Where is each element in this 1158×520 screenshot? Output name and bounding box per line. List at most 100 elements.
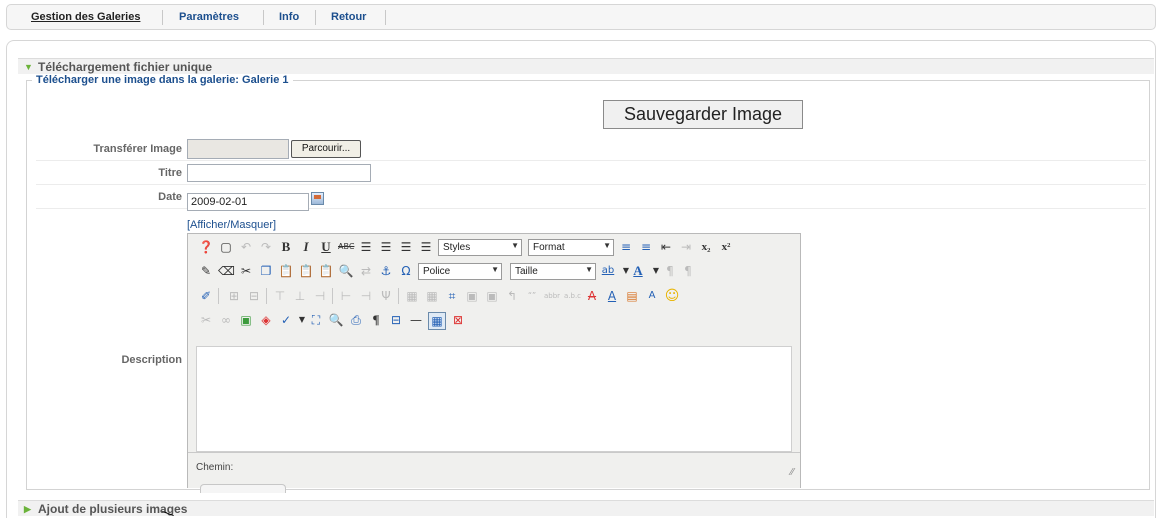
underline-icon[interactable]: U (318, 239, 334, 255)
emoticons-icon[interactable]: ☺ (664, 288, 680, 304)
preview-icon[interactable]: 🔍 (328, 312, 344, 328)
nav-gestion-galeries[interactable]: Gestion des Galeries (31, 11, 140, 23)
remove-format-icon[interactable]: ⌫ (218, 263, 235, 279)
html-source-icon[interactable]: ◈ (258, 312, 274, 328)
move-forward-icon[interactable]: ▣ (464, 288, 480, 304)
cleanup-icon[interactable]: ✎ (198, 263, 214, 279)
image-icon[interactable]: ▣ (238, 312, 254, 328)
ins-icon[interactable]: A (604, 288, 620, 304)
paragraph-mark-icon[interactable]: ¶ (368, 312, 384, 328)
replace-icon[interactable]: ⇄ (358, 263, 374, 279)
horizontal-rule-icon[interactable]: — (408, 312, 424, 328)
dropdown-arrow-icon: ▼ (511, 241, 519, 250)
align-right-icon[interactable]: ☰ (398, 239, 414, 255)
subscript-icon[interactable]: x₂ (698, 239, 714, 255)
align-center-icon[interactable]: ☰ (378, 239, 394, 255)
help-icon[interactable]: ❓ (198, 239, 214, 255)
del-icon[interactable]: A (584, 288, 600, 304)
template-icon[interactable]: ⊠ (450, 312, 466, 328)
redo-icon[interactable]: ↷ (258, 239, 274, 255)
link-icon[interactable]: ∞ (218, 312, 234, 328)
upload-legend: Télécharger une image dans la galerie: G… (32, 74, 293, 86)
copy-icon[interactable]: ❐ (258, 263, 274, 279)
title-field[interactable] (187, 164, 371, 182)
rich-text-editor: ❓ ▢ ↶ ↷ B I U ABC ☰ ☰ ☰ ☰ Styles ▼ Forma… (187, 233, 801, 488)
delete-row-icon[interactable]: ⊣ (312, 288, 328, 304)
print-icon[interactable]: ⎙ (348, 312, 364, 328)
edit-css-icon[interactable]: ✐ (198, 288, 214, 304)
calendar-icon[interactable] (311, 192, 324, 205)
insert-row-after-icon[interactable]: ⊥ (292, 288, 308, 304)
insert-layer-icon[interactable]: ⌗ (444, 288, 460, 304)
quote-icon[interactable]: “” (524, 288, 540, 304)
unlink-icon[interactable]: ✂ (198, 312, 214, 328)
move-backward-icon[interactable]: ▣ (484, 288, 500, 304)
font-size-select[interactable]: Taille ▼ (510, 263, 596, 280)
font-size-select-value: Taille (515, 266, 538, 277)
file-input[interactable] (187, 139, 289, 159)
strikethrough-icon[interactable]: ABC (338, 239, 354, 255)
dropdown-arrow-icon: ▼ (491, 265, 499, 274)
text-color-icon[interactable]: A (630, 263, 646, 279)
top-nav: Gestion des Galeries Paramètres Info Ret… (6, 4, 1156, 30)
paste-text-icon[interactable]: 📋 (298, 263, 314, 279)
spellcheck-icon[interactable]: ✓ (278, 312, 294, 328)
row-props-icon[interactable]: ⊟ (246, 288, 262, 304)
cut-icon[interactable]: ✂ (238, 263, 254, 279)
toggle-editor-link[interactable]: [Afficher/Masquer] (187, 219, 276, 231)
table-icon[interactable]: ⊞ (226, 288, 242, 304)
format-select[interactable]: Format ▼ (528, 239, 614, 256)
page-break-icon[interactable]: ⊟ (388, 312, 404, 328)
split-cells-icon[interactable]: ▦ (404, 288, 420, 304)
ordered-list-icon[interactable]: ≡ (618, 239, 634, 255)
attributes-icon[interactable]: ▤ (624, 288, 640, 304)
fullscreen-icon[interactable]: ⛶ (308, 312, 324, 328)
bold-icon[interactable]: B (278, 239, 294, 255)
insert-col-before-icon[interactable]: ⊢ (338, 288, 354, 304)
insert-col-after-icon[interactable]: ⊣ (358, 288, 374, 304)
special-char-icon[interactable]: Ω (398, 263, 414, 279)
toolbar-separator (266, 288, 267, 304)
nav-retour[interactable]: Retour (331, 11, 366, 23)
save-image-button[interactable]: Sauvegarder Image (603, 100, 803, 129)
paste-word-icon[interactable]: 📋 (318, 263, 334, 279)
date-field[interactable] (187, 193, 309, 211)
insert-table-icon[interactable]: ▦ (428, 312, 446, 330)
outdent-icon[interactable]: ⇤ (658, 239, 674, 255)
indent-icon[interactable]: ⇥ (678, 239, 694, 255)
font-family-select[interactable]: Police ▼ (418, 263, 502, 280)
align-left-icon[interactable]: ☰ (358, 239, 374, 255)
ltr-icon[interactable]: ¶ (662, 263, 678, 279)
insert-row-before-icon[interactable]: ⊤ (272, 288, 288, 304)
italic-icon[interactable]: I (298, 239, 314, 255)
acronym-icon[interactable]: a.b.c (564, 288, 581, 304)
absolute-icon[interactable]: ↰ (504, 288, 520, 304)
new-document-icon[interactable]: ▢ (218, 239, 234, 255)
unordered-list-icon[interactable]: ≡ (638, 239, 654, 255)
rtl-icon[interactable]: ¶ (680, 263, 696, 279)
nav-info[interactable]: Info (279, 11, 299, 23)
multi-upload-header[interactable]: ▶ Ajout de plusieurs images (18, 500, 1154, 516)
resize-grip-icon[interactable]: ⁄⁄ (791, 467, 794, 478)
browse-button[interactable]: Parcourir... (291, 140, 361, 158)
paste-icon[interactable]: 📋 (278, 263, 294, 279)
nav-separator (162, 10, 163, 25)
visual-chars-icon[interactable]: A (644, 288, 660, 304)
undo-icon[interactable]: ↶ (238, 239, 254, 255)
abbr-icon[interactable]: abbr (544, 288, 560, 304)
nav-parametres[interactable]: Paramètres (179, 11, 239, 23)
find-icon[interactable]: 🔍 (338, 263, 354, 279)
styles-select[interactable]: Styles ▼ (438, 239, 522, 256)
date-label: Date (158, 191, 182, 203)
title-label: Titre (158, 167, 182, 179)
toolbar-separator (398, 288, 399, 304)
anchor-icon[interactable]: ⚓ (378, 263, 394, 279)
highlight-color-icon[interactable]: ab (600, 263, 616, 279)
single-upload-header[interactable]: ▼ Téléchargement fichier unique (18, 58, 1154, 74)
description-editor-area[interactable] (196, 346, 792, 452)
delete-col-icon[interactable]: Ψ (378, 288, 394, 304)
merge-cells-icon[interactable]: ▦ (424, 288, 440, 304)
superscript-icon[interactable]: x² (718, 239, 734, 255)
nav-separator (315, 10, 316, 25)
align-justify-icon[interactable]: ☰ (418, 239, 434, 255)
